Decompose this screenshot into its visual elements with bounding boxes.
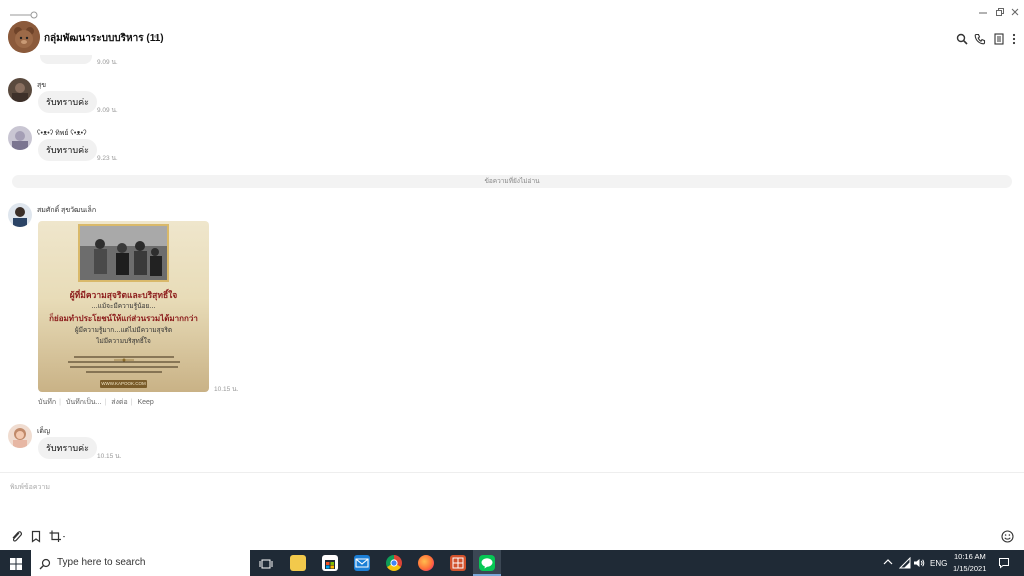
- message-time: 10.15 น.: [214, 386, 239, 393]
- sender-name: เต็ญ: [37, 428, 50, 435]
- group-avatar[interactable]: [8, 21, 40, 53]
- poster-footer: WWW.KAPOOK.COM: [100, 380, 147, 388]
- mute-speaker-icon: 🔈︎: [154, 31, 160, 41]
- image-actions: บันทึก | บันทึกเป็น... | ส่งต่อ | Keep: [38, 399, 154, 406]
- notification-icon[interactable]: [998, 557, 1010, 569]
- poster-text-line: ผู้มีความรู้มาก...แต่ไม่มีความสุจริต: [74, 326, 173, 334]
- chat-title: กลุ่มพัฒนาระบบบริหาร (11): [44, 33, 164, 44]
- poster-fineprint: [60, 355, 188, 377]
- sender-name: สุข: [37, 82, 47, 89]
- firefox-icon[interactable]: [418, 555, 434, 571]
- app-icon[interactable]: [450, 555, 466, 571]
- poster-photo-frame: [78, 224, 169, 282]
- unread-divider: ข้อความที่ยังไม่อ่าน: [12, 175, 1012, 188]
- clock-date[interactable]: 1/15/2021: [953, 564, 986, 573]
- avatar[interactable]: [8, 203, 32, 227]
- line-app-icon[interactable]: [479, 555, 495, 571]
- message-bubble[interactable]: รับทราบค่ะ: [38, 437, 97, 459]
- sender-name: สมศักดิ์ สุขวัฒนเล็ก: [37, 207, 97, 214]
- partial-time: 9.09 น.: [97, 59, 118, 66]
- search-icon[interactable]: [956, 32, 968, 45]
- message-time: 9.23 น.: [97, 155, 118, 162]
- minimize-icon[interactable]: [978, 4, 988, 14]
- poster-text-line: ก็ย่อมทำประโยชน์ให้แก่ส่วนรวมได้มากกว่า: [49, 313, 198, 323]
- network-icon[interactable]: [898, 556, 911, 569]
- search-icon: [39, 557, 51, 570]
- message-bubble[interactable]: รับทราบค่ะ: [38, 91, 97, 113]
- mail-icon[interactable]: [354, 555, 370, 571]
- call-icon[interactable]: [974, 32, 986, 45]
- more-menu-icon[interactable]: [1011, 32, 1017, 45]
- avatar[interactable]: [8, 78, 32, 102]
- taskbar-search-placeholder[interactable]: Type here to search: [57, 557, 145, 568]
- poster-ornament: [114, 349, 134, 362]
- file-explorer-icon[interactable]: [290, 555, 306, 571]
- close-icon[interactable]: [1010, 4, 1020, 16]
- message-input-area[interactable]: [0, 472, 1024, 551]
- clock-time[interactable]: 10:16 AM: [954, 552, 986, 561]
- show-hidden-icons-icon[interactable]: [883, 557, 893, 567]
- bookmark-icon[interactable]: [30, 530, 42, 543]
- avatar[interactable]: [8, 424, 32, 448]
- attach-icon[interactable]: [10, 530, 23, 543]
- pin-slider-icon[interactable]: [10, 6, 38, 19]
- keep-button[interactable]: Keep: [137, 399, 153, 406]
- partial-bubble: [40, 55, 92, 64]
- window-titlebar: [0, 0, 1024, 20]
- restore-icon[interactable]: [995, 4, 1005, 16]
- poster-text-line: ผู้ที่มีความสุจริตและบริสุทธิ์ใจ: [69, 291, 178, 301]
- volume-icon[interactable]: [913, 557, 925, 569]
- screenshot-crop-icon[interactable]: [49, 530, 67, 543]
- notes-icon[interactable]: [993, 32, 1005, 45]
- image-attachment[interactable]: ผู้ที่มีความสุจริตและบริสุทธิ์ใจ ...แม้จ…: [38, 221, 209, 392]
- message-time: 9.09 น.: [97, 107, 118, 114]
- task-view-icon[interactable]: [259, 557, 273, 569]
- poster-text-line: ...แม้จะมีความรู้น้อย...: [91, 302, 156, 310]
- message-input[interactable]: พิมพ์ข้อความ: [10, 482, 50, 493]
- poster-text-line: ไม่มีความบริสุทธิ์ใจ: [96, 337, 151, 345]
- save-button[interactable]: บันทึก: [38, 399, 56, 406]
- language-indicator[interactable]: ENG: [930, 559, 947, 568]
- sender-name: ʕ•ᴥ•ʔ ทิพย์ ʕ•ᴥ•ʔ: [37, 130, 87, 137]
- message-time: 10.15 น.: [97, 453, 122, 460]
- emoji-icon[interactable]: [1001, 530, 1014, 543]
- message-bubble[interactable]: รับทราบค่ะ: [38, 139, 97, 161]
- avatar[interactable]: [8, 126, 32, 150]
- save-as-button[interactable]: บันทึกเป็น...: [66, 399, 102, 406]
- forward-button[interactable]: ส่งต่อ: [111, 399, 127, 406]
- store-icon[interactable]: [322, 555, 338, 571]
- chrome-icon[interactable]: [386, 555, 402, 571]
- windows-start-icon[interactable]: [10, 557, 22, 570]
